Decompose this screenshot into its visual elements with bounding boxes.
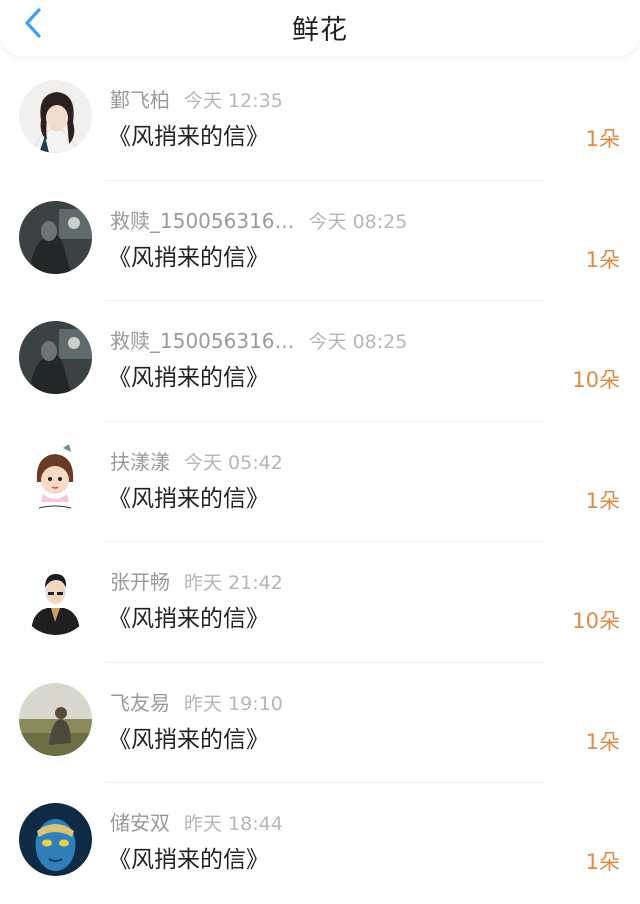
flower-count: 1朵	[585, 488, 620, 513]
list-item[interactable]: 救赎_150056316… 今天 08:25 《风捎来的信》 10朵	[0, 301, 640, 422]
avatar[interactable]	[19, 441, 92, 515]
gift-meta: 储安双 昨天 18:44	[110, 810, 283, 837]
flower-gift-list: 鄞飞柏 今天 12:35 《风捎来的信》 1朵 救赎_150056316… 今天 0…	[0, 60, 640, 904]
book-title[interactable]: 《风捎来的信》	[108, 122, 269, 152]
dark-photo-avatar-icon	[19, 200, 92, 274]
avatar[interactable]	[19, 562, 92, 635]
gift-time: 今天 05:42	[184, 451, 283, 474]
top-bar: 鲜花	[0, 0, 640, 56]
avatar[interactable]	[19, 200, 92, 274]
list-item[interactable]: 救赎_150056316… 今天 08:25 《风捎来的信》 1朵	[0, 181, 640, 301]
list-item[interactable]: 飞友易 昨天 19:10 《风捎来的信》 1朵	[0, 663, 640, 783]
flower-count: 1朵	[585, 127, 620, 151]
avatar[interactable]	[19, 321, 92, 394]
gift-time: 今天 12:35	[184, 90, 283, 112]
field-photo-avatar-icon	[19, 682, 92, 756]
list-item[interactable]: 储安双 昨天 18:44 《风捎来的信》 1朵	[0, 783, 640, 904]
page-title: 鲜花	[292, 15, 348, 46]
book-title[interactable]: 《风捎来的信》	[108, 845, 269, 875]
avatar[interactable]	[19, 682, 92, 756]
sender-name[interactable]: 扶漾漾	[110, 450, 170, 474]
gift-time: 今天 08:25	[308, 210, 408, 233]
gift-meta: 鄞飞柏 今天 12:35	[110, 87, 283, 114]
flower-count: 1朵	[585, 729, 620, 754]
avatar[interactable]	[19, 803, 92, 876]
book-title[interactable]: 《风捎来的信》	[108, 604, 269, 634]
gift-time: 今天 08:25	[308, 331, 408, 353]
gift-meta: 扶漾漾 今天 05:42	[110, 449, 283, 476]
gift-meta: 救赎_150056316… 今天 08:25	[110, 208, 407, 235]
sender-name[interactable]: 救赎_150056316…	[110, 329, 295, 353]
dark-photo-avatar-icon	[19, 321, 92, 394]
gift-meta: 救赎_150056316… 今天 08:25	[110, 328, 407, 355]
list-item[interactable]: 鄞飞柏 今天 12:35 《风捎来的信》 1朵	[0, 60, 640, 181]
flower-count: 1朵	[585, 247, 620, 272]
book-title[interactable]: 《风捎来的信》	[108, 725, 269, 755]
sender-name[interactable]: 飞友易	[110, 691, 170, 715]
sender-name[interactable]: 张开畅	[110, 570, 170, 594]
book-title[interactable]: 《风捎来的信》	[108, 363, 269, 393]
man-black-jacket-avatar-icon	[19, 562, 92, 635]
gift-time: 昨天 18:44	[184, 813, 283, 835]
flower-count: 10朵	[572, 368, 620, 392]
sender-name[interactable]: 储安双	[110, 811, 170, 835]
avatar[interactable]	[19, 80, 92, 153]
gift-time: 昨天 19:10	[184, 692, 283, 715]
book-title[interactable]: 《风捎来的信》	[108, 484, 269, 514]
flower-count: 10朵	[572, 609, 620, 633]
blue-face-avatar-icon	[19, 803, 92, 876]
gift-meta: 张开畅 昨天 21:42	[110, 569, 283, 596]
sender-name[interactable]: 救赎_150056316…	[110, 209, 295, 233]
list-item[interactable]: 扶漾漾 今天 05:42 《风捎来的信》 1朵	[0, 422, 640, 542]
girl-avatar-icon	[19, 80, 92, 153]
book-title[interactable]: 《风捎来的信》	[108, 243, 269, 273]
gift-meta: 飞友易 昨天 19:10	[110, 690, 283, 717]
flower-count: 1朵	[585, 850, 620, 874]
gift-time: 昨天 21:42	[184, 572, 283, 594]
sender-name[interactable]: 鄞飞柏	[110, 88, 170, 112]
cartoon-girl-avatar-icon	[19, 441, 92, 515]
list-item[interactable]: 张开畅 昨天 21:42 《风捎来的信》 10朵	[0, 542, 640, 663]
